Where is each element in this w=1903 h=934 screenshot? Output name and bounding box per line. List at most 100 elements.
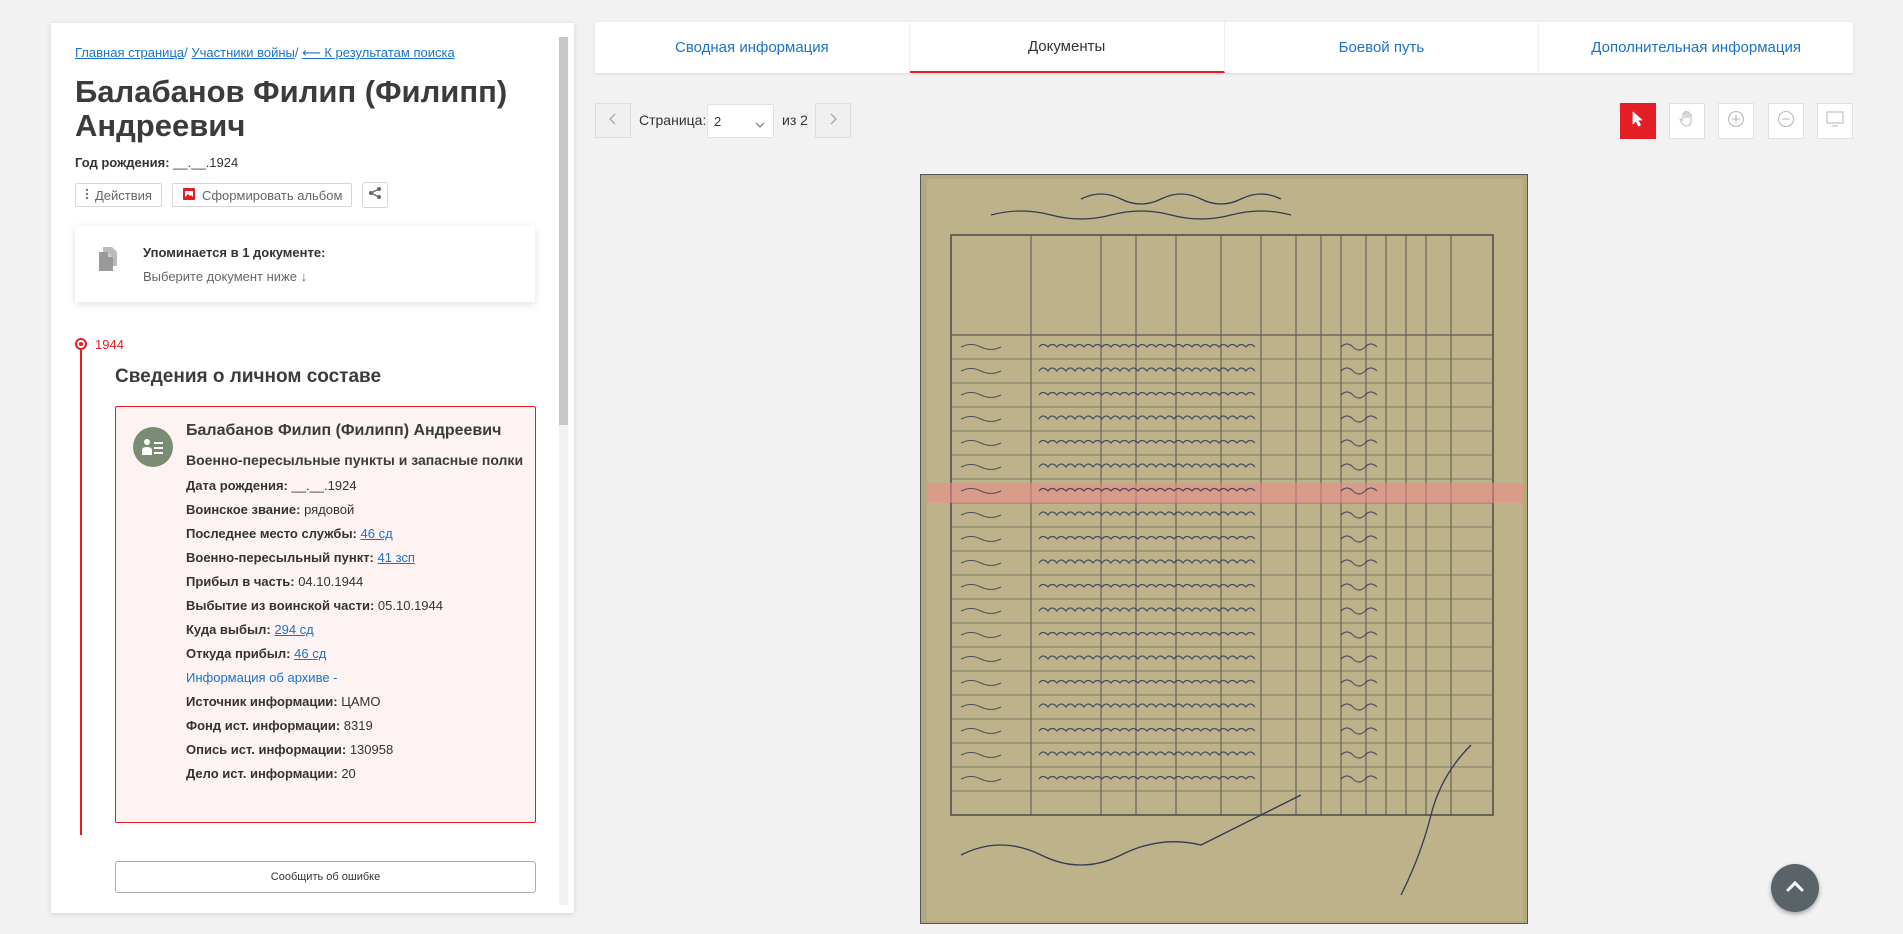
breadcrumb-participants-link[interactable]: Участники войны <box>191 45 295 60</box>
record-card: Балабанов Филип (Филипп) Андреевич Военн… <box>115 406 536 823</box>
record-field-arrived-from: Откуда прибыл: 46 сд <box>186 642 525 666</box>
tab-combat-path[interactable]: Боевой путь <box>1225 22 1540 73</box>
scrollbar-thumb[interactable] <box>559 37 568 425</box>
breadcrumb-back-link[interactable]: ⟵ К результатам поиска <box>302 45 455 60</box>
actions-button-label: Действия <box>95 187 152 203</box>
breadcrumb: Главная страница/ Участники войны/ ⟵ К р… <box>75 43 556 63</box>
field-label: Источник информации: <box>186 694 338 709</box>
field-label: Выбытие из воинской части: <box>186 598 375 613</box>
record-field-rank: Воинское звание: рядовой <box>186 498 525 522</box>
departed-to-link[interactable]: 294 сд <box>274 622 313 637</box>
field-label: Фонд ист. информации: <box>186 718 341 733</box>
tab-bar: Сводная информация Документы Боевой путь… <box>595 22 1853 73</box>
field-label: Опись ист. информации: <box>186 742 347 757</box>
record-field-last-service: Последнее место службы: 46 сд <box>186 522 525 546</box>
zoom-in-button[interactable] <box>1718 103 1754 139</box>
page-select[interactable]: 2 <box>707 104 774 138</box>
record-field-opis: Опись ист. информации: 130958 <box>186 738 525 762</box>
record-body: Балабанов Филип (Филипп) Андреевич Военн… <box>186 421 525 786</box>
share-icon <box>368 186 382 205</box>
left-panel-scrollbar[interactable] <box>559 37 568 905</box>
chevron-left-icon <box>609 112 617 130</box>
field-label: Воинское звание: <box>186 502 301 517</box>
album-icon <box>182 187 196 204</box>
mention-subtitle: Выберите документ ниже ↓ <box>143 269 308 284</box>
page-select-value: 2 <box>714 113 722 129</box>
documents-icon <box>97 246 119 277</box>
next-page-button[interactable] <box>815 103 851 138</box>
cursor-icon <box>1631 111 1645 132</box>
field-label: Прибыл в часть: <box>186 574 295 589</box>
hand-icon <box>1678 110 1696 133</box>
scroll-to-top-button[interactable] <box>1771 864 1819 912</box>
record-category: Военно-пересыльные пункты и запасные пол… <box>186 452 524 468</box>
breadcrumb-separator: / <box>184 45 188 60</box>
field-value: 04.10.1944 <box>298 574 364 589</box>
field-label: Откуда прибыл: <box>186 646 291 661</box>
tab-summary[interactable]: Сводная информация <box>595 22 910 73</box>
report-error-button[interactable]: Сообщить об ошибке <box>115 861 536 893</box>
record-fields: Дата рождения: __.__.1924 Воинское звани… <box>186 474 525 786</box>
transit-point-link[interactable]: 41 зсп <box>378 550 415 565</box>
field-value: 20 <box>341 766 356 781</box>
record-field-departed-to: Куда выбыл: 294 сд <box>186 618 525 642</box>
record-field-birth-date: Дата рождения: __.__.1924 <box>186 474 525 498</box>
monitor-icon <box>1825 110 1845 133</box>
left-panel: Главная страница/ Участники войны/ ⟵ К р… <box>51 23 574 913</box>
arrived-from-link[interactable]: 46 сд <box>294 646 326 661</box>
tab-additional-info[interactable]: Дополнительная информация <box>1539 22 1853 73</box>
breadcrumb-separator: / <box>294 45 299 60</box>
birth-year-label: Год рождения: <box>75 155 170 170</box>
field-value: 130958 <box>349 742 394 757</box>
birth-year-row: Год рождения: __.__.1924 <box>75 155 556 170</box>
record-name: Балабанов Филип (Филипп) Андреевич <box>186 422 502 439</box>
field-value: ЦАМО <box>341 694 381 709</box>
record-field-delo: Дело ист. информации: 20 <box>186 762 525 786</box>
record-field-source: Источник информации: ЦАМО <box>186 690 525 714</box>
zoom-in-icon <box>1727 110 1745 133</box>
record-field-fond: Фонд ист. информации: 8319 <box>186 714 525 738</box>
left-panel-content: Главная страница/ Участники войны/ ⟵ К р… <box>51 23 556 913</box>
section-title: Сведения о личном составе <box>115 366 382 387</box>
zoom-out-button[interactable] <box>1768 103 1804 139</box>
actions-button[interactable]: Действия <box>75 183 162 207</box>
record-field-transit-point: Военно-пересыльный пункт: 41 зсп <box>186 546 525 570</box>
timeline-year: 1944 <box>95 337 124 352</box>
record-field-arrived: Прибыл в часть: 04.10.1944 <box>186 570 525 594</box>
tab-documents[interactable]: Документы <box>909 22 1225 73</box>
chevron-down-icon <box>755 117 765 132</box>
select-tool-button[interactable] <box>1620 103 1656 139</box>
page-total: из 2 <box>782 112 808 128</box>
field-label: Последнее место службы: <box>186 526 357 541</box>
field-label: Дата рождения: <box>186 478 288 493</box>
document-mention-card: Упоминается в 1 документе: Выберите доку… <box>75 226 535 302</box>
timeline-dot <box>75 338 87 350</box>
pan-tool-button[interactable] <box>1669 103 1705 139</box>
last-service-link[interactable]: 46 сд <box>361 526 393 541</box>
breadcrumb-home-link[interactable]: Главная страница <box>75 45 184 60</box>
field-label: Куда выбыл: <box>186 622 271 637</box>
page-title: Балабанов Филип (Филипп) Андреевич <box>75 74 508 143</box>
archive-info-link[interactable]: Информация об архиве - <box>186 666 525 690</box>
prev-page-button[interactable] <box>595 103 631 138</box>
field-label: Военно-пересыльный пункт: <box>186 550 374 565</box>
document-scan-drawing <box>921 175 1527 923</box>
chevron-right-icon <box>829 112 837 130</box>
chevron-up-icon <box>1786 879 1804 897</box>
actions-row: Действия Сформировать альбом <box>75 182 556 208</box>
person-record-icon <box>133 427 173 467</box>
birth-year-value: __.__.1924 <box>173 155 239 170</box>
record-field-departure: Выбытие из воинской части: 05.10.1944 <box>186 594 525 618</box>
document-scan-image[interactable] <box>920 174 1528 924</box>
timeline-line <box>80 350 82 835</box>
create-album-button[interactable]: Сформировать альбом <box>171 183 353 207</box>
field-value: __.__.1924 <box>291 478 357 493</box>
fullscreen-button[interactable] <box>1817 103 1853 139</box>
field-value: рядовой <box>304 502 355 517</box>
zoom-out-icon <box>1777 110 1795 133</box>
field-label: Дело ист. информации: <box>186 766 338 781</box>
field-value: 8319 <box>343 718 373 733</box>
share-button[interactable] <box>362 182 389 208</box>
field-value: 05.10.1944 <box>377 598 443 613</box>
more-vertical-icon <box>85 188 89 203</box>
